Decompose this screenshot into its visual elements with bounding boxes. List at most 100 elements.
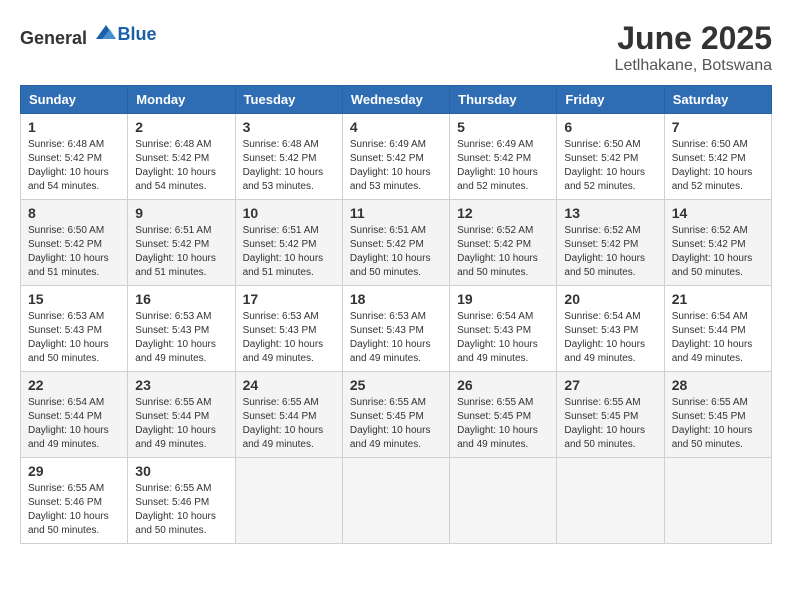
day-number: 11 <box>350 205 442 221</box>
calendar-header-row: SundayMondayTuesdayWednesdayThursdayFrid… <box>21 86 772 114</box>
calendar-cell: 6 Sunrise: 6:50 AMSunset: 5:42 PMDaylight… <box>557 114 664 200</box>
calendar-cell: 30 Sunrise: 6:55 AMSunset: 5:46 PMDayligh… <box>128 458 235 544</box>
calendar-cell: 7 Sunrise: 6:50 AMSunset: 5:42 PMDaylight… <box>664 114 771 200</box>
calendar-cell: 26 Sunrise: 6:55 AMSunset: 5:45 PMDayligh… <box>450 372 557 458</box>
day-info: Sunrise: 6:55 AMSunset: 5:44 PMDaylight:… <box>135 396 227 452</box>
calendar-cell: 4 Sunrise: 6:49 AMSunset: 5:42 PMDaylight… <box>342 114 449 200</box>
calendar-cell: 15 Sunrise: 6:53 AMSunset: 5:43 PMDayligh… <box>21 286 128 372</box>
location-title: Letlhakane, Botswana <box>615 57 772 75</box>
calendar-cell: 18Sunrise: 6:53 AMSunset: 5:43 PMDayligh… <box>342 286 449 372</box>
day-number: 20 <box>564 291 656 307</box>
weekday-header-thursday: Thursday <box>450 86 557 114</box>
day-info: Sunrise: 6:50 AMSunset: 5:42 PMDaylight:… <box>564 138 656 194</box>
day-info: Sunrise: 6:53 AMSunset: 5:43 PMDaylight:… <box>243 310 335 366</box>
day-info: Sunrise: 6:48 AMSunset: 5:42 PMDaylight:… <box>28 138 120 194</box>
calendar-cell: 2 Sunrise: 6:48 AMSunset: 5:42 PMDaylight… <box>128 114 235 200</box>
day-info: Sunrise: 6:53 AMSunset: 5:43 PMDaylight:… <box>350 310 442 366</box>
calendar-cell: 24Sunrise: 6:55 AMSunset: 5:44 PMDayligh… <box>235 372 342 458</box>
day-number: 8 <box>28 205 120 221</box>
calendar-cell: 25 Sunrise: 6:55 AMSunset: 5:45 PMDayligh… <box>342 372 449 458</box>
title-area: June 2025 Letlhakane, Botswana <box>615 20 772 75</box>
calendar-cell: 28Sunrise: 6:55 AMSunset: 5:45 PMDayligh… <box>664 372 771 458</box>
calendar-cell: 29 Sunrise: 6:55 AMSunset: 5:46 PMDayligh… <box>21 458 128 544</box>
day-info: Sunrise: 6:51 AMSunset: 5:42 PMDaylight:… <box>243 224 335 280</box>
day-info: Sunrise: 6:54 AMSunset: 5:44 PMDaylight:… <box>28 396 120 452</box>
day-info: Sunrise: 6:50 AMSunset: 5:42 PMDaylight:… <box>28 224 120 280</box>
day-number: 3 <box>243 119 335 135</box>
day-info: Sunrise: 6:54 AMSunset: 5:43 PMDaylight:… <box>564 310 656 366</box>
calendar-cell: 8 Sunrise: 6:50 AMSunset: 5:42 PMDaylight… <box>21 200 128 286</box>
calendar-cell: 19Sunrise: 6:54 AMSunset: 5:43 PMDayligh… <box>450 286 557 372</box>
calendar-week-row: 1 Sunrise: 6:48 AMSunset: 5:42 PMDaylight… <box>21 114 772 200</box>
calendar-cell: 21 Sunrise: 6:54 AMSunset: 5:44 PMDayligh… <box>664 286 771 372</box>
calendar-cell: 13Sunrise: 6:52 AMSunset: 5:42 PMDayligh… <box>557 200 664 286</box>
day-number: 17 <box>243 291 335 307</box>
day-number: 25 <box>350 377 442 393</box>
calendar-cell: 20 Sunrise: 6:54 AMSunset: 5:43 PMDayligh… <box>557 286 664 372</box>
day-number: 26 <box>457 377 549 393</box>
day-number: 1 <box>28 119 120 135</box>
day-number: 4 <box>350 119 442 135</box>
day-info: Sunrise: 6:55 AMSunset: 5:45 PMDaylight:… <box>350 396 442 452</box>
day-number: 12 <box>457 205 549 221</box>
calendar-cell: 9 Sunrise: 6:51 AMSunset: 5:42 PMDaylight… <box>128 200 235 286</box>
day-info: Sunrise: 6:55 AMSunset: 5:45 PMDaylight:… <box>457 396 549 452</box>
calendar-cell <box>235 458 342 544</box>
weekday-header-sunday: Sunday <box>21 86 128 114</box>
day-info: Sunrise: 6:48 AMSunset: 5:42 PMDaylight:… <box>243 138 335 194</box>
weekday-header-friday: Friday <box>557 86 664 114</box>
calendar-cell <box>342 458 449 544</box>
day-info: Sunrise: 6:52 AMSunset: 5:42 PMDaylight:… <box>457 224 549 280</box>
calendar-cell: 27Sunrise: 6:55 AMSunset: 5:45 PMDayligh… <box>557 372 664 458</box>
day-number: 14 <box>672 205 764 221</box>
calendar-cell: 16 Sunrise: 6:53 AMSunset: 5:43 PMDayligh… <box>128 286 235 372</box>
day-info: Sunrise: 6:49 AMSunset: 5:42 PMDaylight:… <box>350 138 442 194</box>
calendar-cell: 17 Sunrise: 6:53 AMSunset: 5:43 PMDayligh… <box>235 286 342 372</box>
day-number: 15 <box>28 291 120 307</box>
calendar-cell <box>450 458 557 544</box>
logo: General Blue <box>20 20 157 49</box>
day-number: 23 <box>135 377 227 393</box>
calendar-cell: 5Sunrise: 6:49 AMSunset: 5:42 PMDaylight… <box>450 114 557 200</box>
day-number: 6 <box>564 119 656 135</box>
calendar-week-row: 22Sunrise: 6:54 AMSunset: 5:44 PMDayligh… <box>21 372 772 458</box>
day-number: 5 <box>457 119 549 135</box>
calendar-cell <box>557 458 664 544</box>
calendar-cell: 10 Sunrise: 6:51 AMSunset: 5:42 PMDayligh… <box>235 200 342 286</box>
calendar-cell: 22Sunrise: 6:54 AMSunset: 5:44 PMDayligh… <box>21 372 128 458</box>
day-info: Sunrise: 6:52 AMSunset: 5:42 PMDaylight:… <box>564 224 656 280</box>
logo-blue: Blue <box>118 24 157 44</box>
logo-general: General <box>20 28 87 48</box>
weekday-header-tuesday: Tuesday <box>235 86 342 114</box>
day-info: Sunrise: 6:55 AMSunset: 5:46 PMDaylight:… <box>135 482 227 538</box>
day-info: Sunrise: 6:53 AMSunset: 5:43 PMDaylight:… <box>135 310 227 366</box>
calendar-week-row: 15 Sunrise: 6:53 AMSunset: 5:43 PMDayligh… <box>21 286 772 372</box>
day-number: 21 <box>672 291 764 307</box>
month-title: June 2025 <box>615 20 772 57</box>
calendar-cell: 12 Sunrise: 6:52 AMSunset: 5:42 PMDayligh… <box>450 200 557 286</box>
day-number: 7 <box>672 119 764 135</box>
page-header: General Blue June 2025 Letlhakane, Botsw… <box>20 20 772 75</box>
day-info: Sunrise: 6:51 AMSunset: 5:42 PMDaylight:… <box>350 224 442 280</box>
day-info: Sunrise: 6:50 AMSunset: 5:42 PMDaylight:… <box>672 138 764 194</box>
day-number: 29 <box>28 463 120 479</box>
calendar-cell: 3 Sunrise: 6:48 AMSunset: 5:42 PMDaylight… <box>235 114 342 200</box>
day-info: Sunrise: 6:55 AMSunset: 5:44 PMDaylight:… <box>243 396 335 452</box>
day-info: Sunrise: 6:54 AMSunset: 5:44 PMDaylight:… <box>672 310 764 366</box>
day-info: Sunrise: 6:55 AMSunset: 5:46 PMDaylight:… <box>28 482 120 538</box>
calendar-cell: 11 Sunrise: 6:51 AMSunset: 5:42 PMDayligh… <box>342 200 449 286</box>
day-info: Sunrise: 6:51 AMSunset: 5:42 PMDaylight:… <box>135 224 227 280</box>
day-info: Sunrise: 6:48 AMSunset: 5:42 PMDaylight:… <box>135 138 227 194</box>
day-number: 30 <box>135 463 227 479</box>
calendar-cell: 1 Sunrise: 6:48 AMSunset: 5:42 PMDaylight… <box>21 114 128 200</box>
calendar-cell: 23 Sunrise: 6:55 AMSunset: 5:44 PMDayligh… <box>128 372 235 458</box>
day-info: Sunrise: 6:53 AMSunset: 5:43 PMDaylight:… <box>28 310 120 366</box>
day-number: 9 <box>135 205 227 221</box>
calendar-cell: 14Sunrise: 6:52 AMSunset: 5:42 PMDayligh… <box>664 200 771 286</box>
day-number: 28 <box>672 377 764 393</box>
day-number: 16 <box>135 291 227 307</box>
day-number: 2 <box>135 119 227 135</box>
calendar-table: SundayMondayTuesdayWednesdayThursdayFrid… <box>20 85 772 544</box>
logo-icon <box>94 20 118 44</box>
day-number: 10 <box>243 205 335 221</box>
